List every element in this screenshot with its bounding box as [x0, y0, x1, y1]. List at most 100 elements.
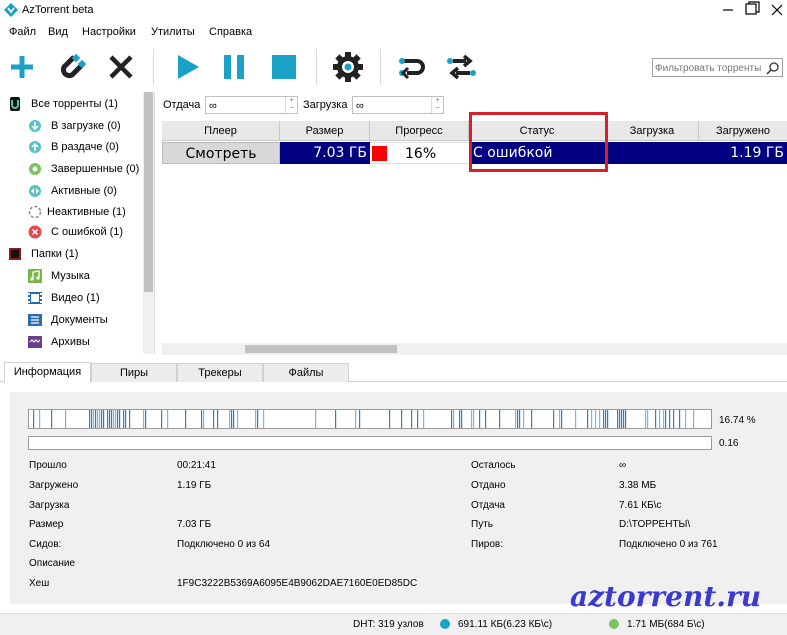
close-window-button[interactable] [767, 1, 787, 19]
pieces-bar [28, 409, 712, 429]
availability-bar [28, 436, 712, 450]
sidebar-scrollbar[interactable] [143, 92, 154, 354]
sidebar-item-label: В раздаче (0) [51, 141, 119, 153]
stop-button[interactable] [267, 50, 301, 84]
inactive-icon [28, 205, 42, 219]
sidebar-item-label: Неактивные (1) [47, 206, 126, 218]
progress-fill [372, 146, 387, 161]
download-total: 691.11 КБ(6.23 КБ\с) [458, 619, 553, 630]
move-button[interactable] [444, 50, 478, 84]
sidebar-item-label: Документы [51, 314, 108, 326]
info-key: Прошло [29, 460, 67, 471]
pause-button[interactable] [217, 50, 251, 84]
info-key: Отдано [471, 480, 506, 491]
watch-button[interactable]: Смотреть [162, 142, 280, 164]
column-header-downloaded[interactable]: Загружено [699, 121, 787, 141]
info-value: 7.61 КБ\с [619, 500, 662, 511]
download-limit-field[interactable]: +− [352, 96, 444, 114]
active-icon [29, 185, 41, 197]
torrent-icon [10, 97, 20, 111]
size-cell: 7.03 ГБ [280, 142, 370, 164]
status-highlight-box [469, 112, 608, 172]
status-bar: DHT: 319 узлов 691.11 КБ(6.23 КБ\с) 1.71… [0, 613, 787, 635]
menu-bar: Файл Вид Настройки Утилиты Справка [0, 22, 787, 42]
sidebar-item-label: Завершенные (0) [51, 163, 140, 175]
maximize-button[interactable] [743, 1, 763, 19]
menu-help[interactable]: Справка [209, 26, 252, 38]
spin-arrows-icon[interactable]: + − [431, 97, 443, 113]
site-watermark: aztorrent.ru [570, 580, 762, 613]
info-value: 7.03 ГБ [177, 519, 212, 530]
column-header-size[interactable]: Размер [280, 121, 370, 141]
pieces-percent: 16.74 % [719, 415, 756, 426]
sidebar-item-label: Папки (1) [31, 248, 79, 260]
upload-limit-field[interactable]: +− [205, 96, 298, 114]
info-value: 00:21:41 [177, 460, 216, 471]
availability-value: 0.16 [719, 438, 739, 449]
download-speed-cell [606, 142, 699, 164]
info-key: Отдача [471, 500, 505, 511]
settings-button[interactable] [331, 50, 365, 84]
info-value: D:\ТОРРЕНТЫ\ [619, 519, 691, 530]
tab-peers[interactable]: Пиры [91, 363, 177, 382]
info-key: Путь [471, 519, 493, 530]
info-value: ∞ [619, 460, 627, 471]
upload-icon [29, 141, 41, 153]
pieces-map [33, 410, 695, 428]
sidebar-item-label: Музыка [51, 270, 90, 282]
spin-arrows-icon[interactable]: + − [285, 97, 297, 113]
menu-view[interactable]: Вид [48, 26, 68, 38]
menu-settings[interactable]: Настройки [82, 26, 136, 38]
title-bar: AzTorrent beta [0, 0, 787, 22]
progress-text: 16% [405, 146, 437, 162]
gear-icon [333, 52, 363, 82]
add-torrent-button[interactable] [5, 50, 39, 84]
sidebar-item-label: С ошибкой (1) [51, 226, 124, 238]
details-tabs: Информация Пиры Трекеры Файлы [0, 362, 787, 383]
download-limit-input[interactable] [356, 98, 426, 113]
menu-utilities[interactable]: Утилиты [151, 26, 195, 38]
app-logo-icon [4, 3, 18, 17]
video-icon [28, 292, 42, 304]
progress-cell: 16% [370, 142, 469, 164]
sidebar-item-label: Архивы [51, 336, 90, 348]
info-key: Загрузка [29, 500, 70, 511]
info-key: Хеш [29, 578, 50, 589]
sidebar-item-label: В загрузке (0) [51, 120, 121, 132]
tab-files[interactable]: Файлы [263, 363, 349, 382]
minimize-button[interactable] [718, 1, 738, 19]
filter-input[interactable] [655, 60, 765, 76]
switch-icon [447, 54, 476, 80]
tab-trackers[interactable]: Трекеры [177, 363, 263, 382]
table-horizontal-scrollbar[interactable] [162, 343, 787, 355]
menu-file[interactable]: Файл [9, 26, 36, 38]
folder-icon [9, 248, 21, 260]
info-key: Осталось [471, 460, 516, 471]
add-magnet-button[interactable] [54, 50, 88, 84]
upload-limit-input[interactable] [209, 98, 279, 113]
recheck-button[interactable] [395, 50, 429, 84]
check-icon [29, 163, 41, 175]
filter-torrents-field[interactable] [652, 58, 783, 77]
search-icon[interactable] [766, 61, 780, 75]
tab-info[interactable]: Информация [4, 362, 91, 383]
sidebar-item-label: Видео (1) [51, 292, 100, 304]
column-header-progress[interactable]: Прогресс [370, 121, 469, 141]
column-header-player[interactable]: Плеер [162, 121, 280, 141]
close-icon [109, 55, 133, 79]
info-key: Пиров: [471, 539, 503, 550]
info-key: Размер [29, 519, 64, 530]
info-value: 1F9C3222B5369A6095E4B9062DAE7160E0ED85DC [177, 578, 418, 589]
stop-icon [272, 55, 296, 79]
info-value: Подключено 0 из 64 [177, 539, 271, 550]
info-key: Описание [29, 558, 76, 569]
window-title: AzTorrent beta [22, 4, 94, 16]
plus-icon [11, 56, 33, 78]
upload-limit-label: Отдача [163, 99, 201, 111]
remove-torrent-button[interactable] [104, 50, 138, 84]
start-button[interactable] [170, 50, 204, 84]
dht-status: DHT: 319 узлов [353, 619, 424, 630]
downloaded-cell: 1.19 ГБ [699, 142, 787, 164]
column-header-download[interactable]: Загрузка [606, 121, 699, 141]
info-key: Сидов: [29, 539, 62, 550]
